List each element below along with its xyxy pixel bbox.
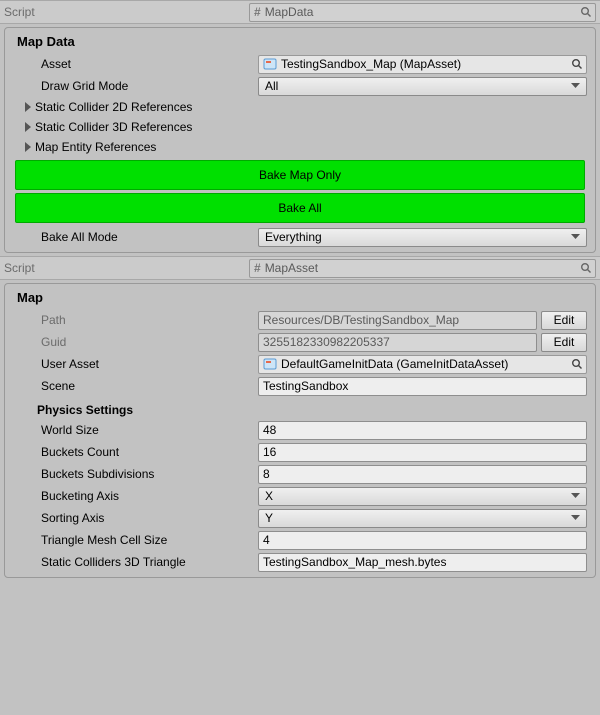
draw-grid-row: Draw Grid Mode All — [9, 75, 591, 97]
script-field-mapdata: # MapData — [249, 3, 596, 22]
foldout-static-collider-2d[interactable]: Static Collider 2D References — [9, 97, 591, 117]
script-row-mapasset: Script # MapAsset — [0, 256, 600, 280]
triangle-right-icon — [23, 142, 33, 152]
scene-field[interactable] — [258, 377, 587, 396]
script-value: MapAsset — [265, 261, 318, 275]
buckets-sub-label: Buckets Subdivisions — [13, 467, 258, 481]
sorting-axis-label: Sorting Axis — [13, 511, 258, 525]
foldout-label: Map Entity References — [35, 140, 156, 154]
mapdata-section: Map Data Asset TestingSandbox_Map (MapAs… — [4, 27, 596, 253]
foldout-static-collider-3d[interactable]: Static Collider 3D References — [9, 117, 591, 137]
button-label: Bake All — [278, 201, 321, 215]
chevron-down-icon — [571, 234, 580, 240]
static3d-field[interactable] — [258, 553, 587, 572]
buckets-count-row: Buckets Count — [9, 441, 591, 463]
asset-field[interactable]: TestingSandbox_Map (MapAsset) — [258, 55, 587, 74]
asset-row: Asset TestingSandbox_Map (MapAsset) — [9, 53, 591, 75]
path-row: Path Edit — [9, 309, 591, 331]
guid-label: Guid — [13, 335, 258, 349]
world-size-row: World Size — [9, 419, 591, 441]
draw-grid-label: Draw Grid Mode — [13, 79, 258, 93]
path-field — [258, 311, 537, 330]
bucketing-axis-value: X — [265, 489, 273, 503]
chevron-down-icon — [571, 83, 580, 89]
object-picker-icon[interactable] — [579, 261, 593, 275]
script-field-mapasset: # MapAsset — [249, 259, 596, 278]
mapdata-title: Map Data — [9, 30, 591, 53]
script-row-mapdata: Script # MapData — [0, 0, 600, 24]
scriptable-object-icon — [263, 57, 277, 71]
user-asset-label: User Asset — [13, 357, 258, 371]
triangle-right-icon — [23, 102, 33, 112]
asset-value: TestingSandbox_Map (MapAsset) — [281, 57, 461, 71]
tri-cell-field[interactable] — [258, 531, 587, 550]
button-label: Bake Map Only — [259, 168, 341, 182]
button-label: Edit — [554, 335, 575, 349]
script-value: MapData — [265, 5, 314, 19]
path-label: Path — [13, 313, 258, 327]
button-label: Edit — [554, 313, 575, 327]
tri-cell-label: Triangle Mesh Cell Size — [13, 533, 258, 547]
bucketing-axis-dropdown[interactable]: X — [258, 487, 587, 506]
sorting-axis-dropdown[interactable]: Y — [258, 509, 587, 528]
bake-all-mode-value: Everything — [265, 230, 322, 244]
guid-field — [258, 333, 537, 352]
object-picker-icon[interactable] — [579, 5, 593, 19]
map-title: Map — [9, 286, 591, 309]
world-size-field[interactable] — [258, 421, 587, 440]
buckets-sub-field[interactable] — [258, 465, 587, 484]
bucketing-axis-label: Bucketing Axis — [13, 489, 258, 503]
map-section: Map Path Edit Guid Edit User Asset Defau… — [4, 283, 596, 578]
bake-all-mode-dropdown[interactable]: Everything — [258, 228, 587, 247]
static3d-row: Static Colliders 3D Triangle — [9, 551, 591, 573]
tri-cell-row: Triangle Mesh Cell Size — [9, 529, 591, 551]
sorting-axis-row: Sorting Axis Y — [9, 507, 591, 529]
edit-guid-button[interactable]: Edit — [541, 333, 587, 352]
foldout-label: Static Collider 3D References — [35, 120, 192, 134]
chevron-down-icon — [571, 493, 580, 499]
bucketing-axis-row: Bucketing Axis X — [9, 485, 591, 507]
foldout-label: Static Collider 2D References — [35, 100, 192, 114]
scriptable-object-icon — [263, 357, 277, 371]
draw-grid-value: All — [265, 79, 278, 93]
user-asset-value: DefaultGameInitData (GameInitDataAsset) — [281, 357, 508, 371]
script-hash-icon: # — [254, 261, 261, 275]
asset-label: Asset — [13, 57, 258, 71]
draw-grid-dropdown[interactable]: All — [258, 77, 587, 96]
world-size-label: World Size — [13, 423, 258, 437]
script-label: Script — [4, 5, 249, 19]
bake-all-mode-row: Bake All Mode Everything — [9, 226, 591, 248]
script-label: Script — [4, 261, 249, 275]
buckets-sub-row: Buckets Subdivisions — [9, 463, 591, 485]
triangle-right-icon — [23, 122, 33, 132]
physics-settings-heading: Physics Settings — [9, 397, 591, 419]
bake-all-mode-label: Bake All Mode — [13, 230, 258, 244]
chevron-down-icon — [571, 515, 580, 521]
user-asset-field[interactable]: DefaultGameInitData (GameInitDataAsset) — [258, 355, 587, 374]
buckets-count-label: Buckets Count — [13, 445, 258, 459]
buckets-count-field[interactable] — [258, 443, 587, 462]
edit-path-button[interactable]: Edit — [541, 311, 587, 330]
object-picker-icon[interactable] — [570, 57, 584, 71]
user-asset-row: User Asset DefaultGameInitData (GameInit… — [9, 353, 591, 375]
script-hash-icon: # — [254, 5, 261, 19]
object-picker-icon[interactable] — [570, 357, 584, 371]
sorting-axis-value: Y — [265, 511, 273, 525]
static3d-label: Static Colliders 3D Triangle — [13, 555, 258, 569]
foldout-map-entity-refs[interactable]: Map Entity References — [9, 137, 591, 157]
scene-label: Scene — [13, 379, 258, 393]
bake-map-only-button[interactable]: Bake Map Only — [15, 160, 585, 190]
scene-row: Scene — [9, 375, 591, 397]
guid-row: Guid Edit — [9, 331, 591, 353]
bake-all-button[interactable]: Bake All — [15, 193, 585, 223]
